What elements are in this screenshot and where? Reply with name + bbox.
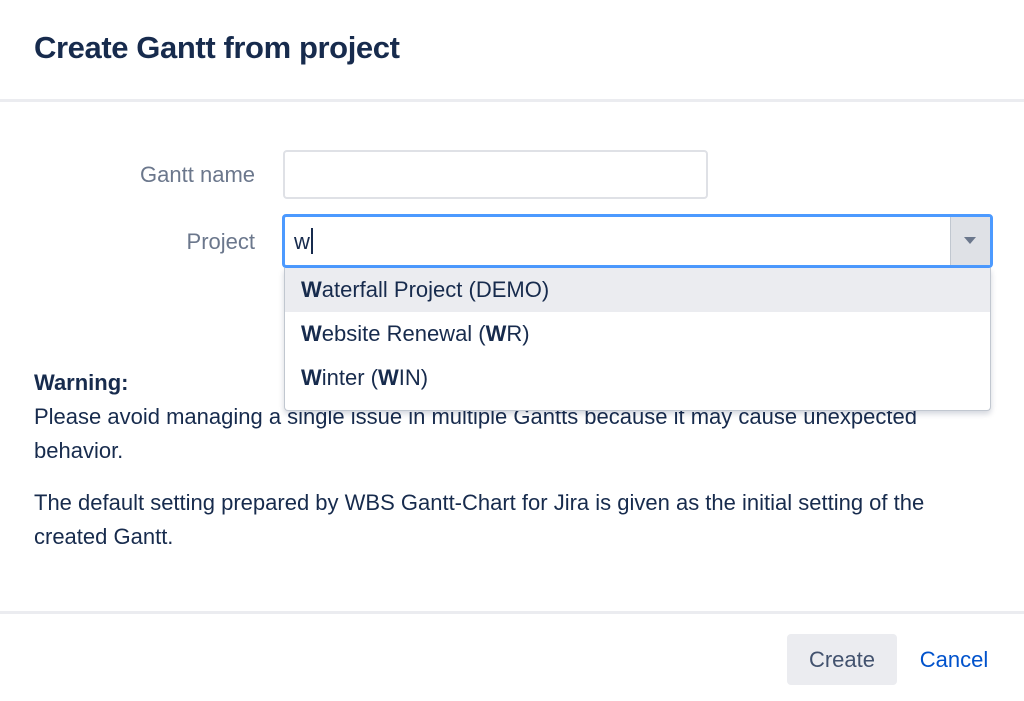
option-match-text: W — [301, 321, 322, 346]
info-text: The default setting prepared by WBS Gant… — [34, 490, 925, 549]
create-button[interactable]: Create — [787, 634, 897, 685]
project-query-text: w — [294, 229, 310, 254]
project-dropdown: Waterfall Project (DEMO) Website Renewal… — [284, 268, 991, 411]
project-option-website-renewal[interactable]: Website Renewal (WR) — [285, 312, 990, 356]
project-label: Project — [186, 229, 255, 254]
gantt-name-input[interactable] — [283, 150, 708, 199]
text-caret — [310, 228, 313, 254]
create-gantt-dialog: Create Gantt from project Gantt name Pro… — [0, 0, 1024, 701]
project-select[interactable]: w — [282, 214, 993, 268]
option-text: IN) — [398, 365, 429, 390]
chevron-down-icon — [964, 237, 976, 244]
project-select-toggle[interactable] — [950, 217, 990, 265]
option-text: inter ( — [321, 365, 379, 390]
project-search-input[interactable]: w — [294, 228, 313, 255]
project-option-winter[interactable]: Winter (WIN) — [285, 356, 990, 400]
dialog-title: Create Gantt from project — [34, 30, 400, 65]
gantt-name-label: Gantt name — [140, 162, 255, 187]
option-match-text: W — [301, 277, 322, 302]
option-text: ebsite Renewal ( — [321, 321, 486, 346]
dialog-header: Create Gantt from project — [0, 0, 1024, 102]
option-match-text: W — [301, 365, 322, 390]
cancel-button[interactable]: Cancel — [908, 634, 1000, 685]
dialog-footer: Create Cancel — [0, 611, 1024, 701]
option-text: aterfall Project (DEMO) — [321, 277, 550, 302]
option-match-text: W — [485, 321, 507, 346]
project-option-waterfall[interactable]: Waterfall Project (DEMO) — [285, 268, 990, 312]
option-text: R) — [506, 321, 530, 346]
option-match-text: W — [378, 365, 399, 390]
